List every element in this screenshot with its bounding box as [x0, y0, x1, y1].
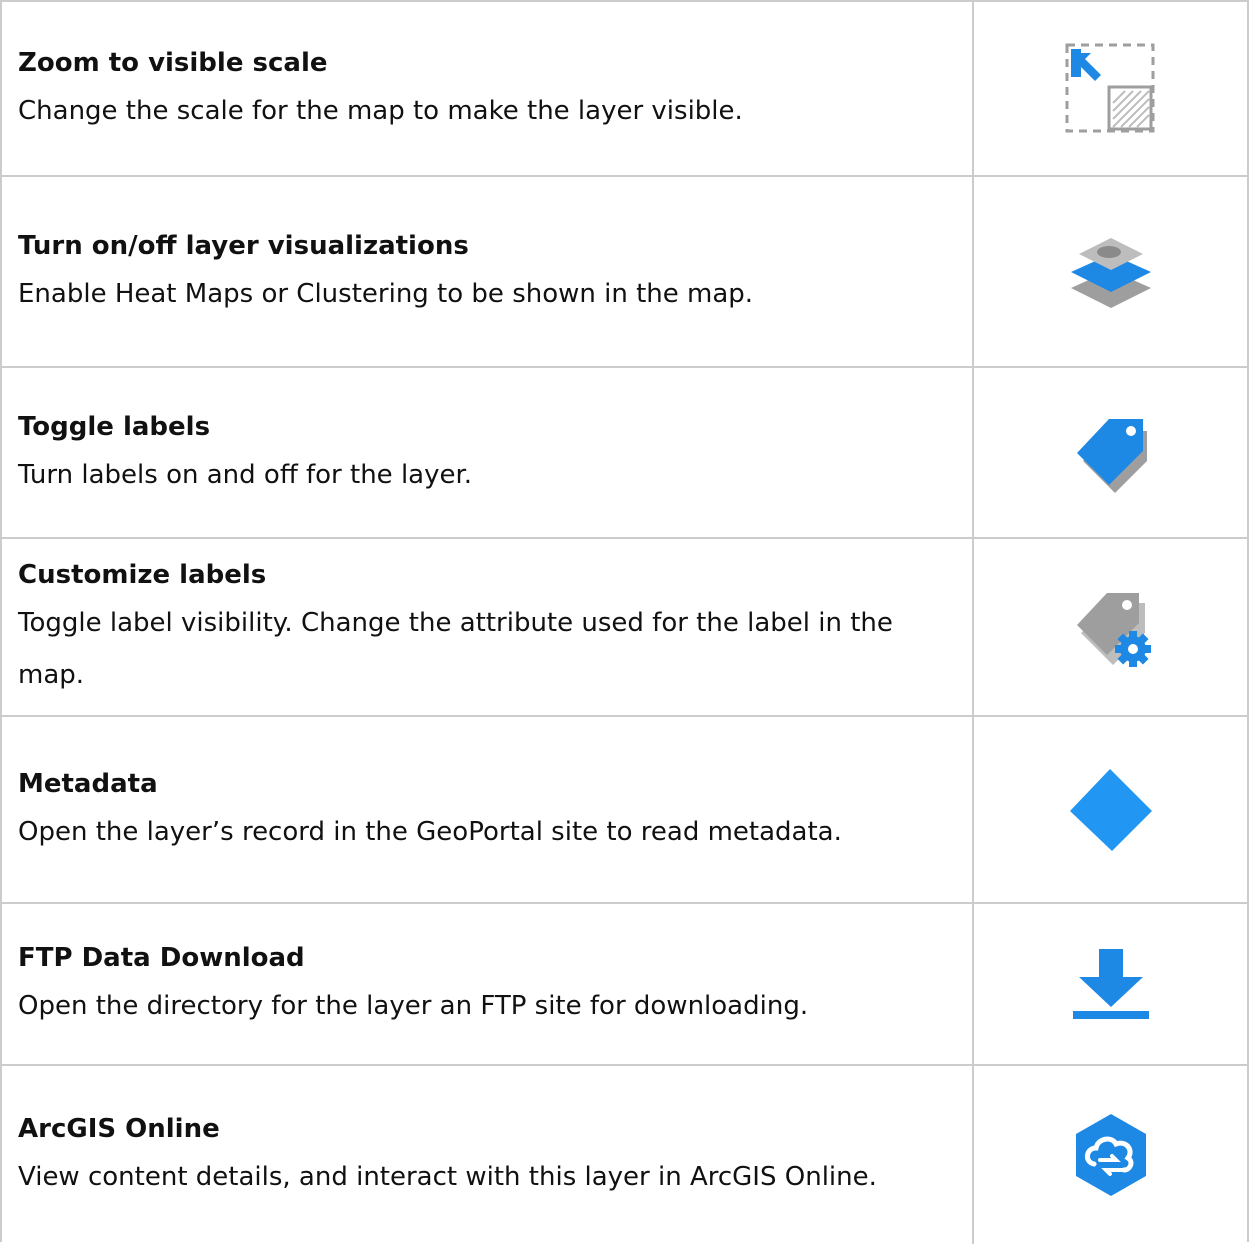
row-title: Zoom to visible scale [18, 47, 328, 78]
download-icon[interactable] [1069, 947, 1153, 1021]
zoom-to-scale-icon[interactable] [1065, 43, 1157, 135]
table-row: Turn on/off layer visualizations Enable … [2, 177, 1247, 368]
row-description-cell: Turn on/off layer visualizations Enable … [2, 177, 974, 366]
row-icon-cell [974, 177, 1247, 366]
row-icon-cell [974, 2, 1247, 175]
row-description-cell: Metadata Open the layer’s record in the … [2, 717, 974, 902]
table-row: Customize labels Toggle label visibility… [2, 539, 1247, 717]
row-description-cell: Zoom to visible scale Change the scale f… [2, 2, 974, 175]
row-icon-cell [974, 717, 1247, 902]
row-description: Enable Heat Maps or Clustering to be sho… [18, 278, 754, 309]
row-description: Toggle label visibility. Change the attr… [18, 608, 893, 690]
label-tag-icon[interactable] [1071, 413, 1151, 493]
row-description: Change the scale for the map to make the… [18, 95, 743, 126]
row-icon-cell [974, 368, 1247, 537]
row-title: Metadata [18, 768, 158, 799]
arcgis-online-icon[interactable] [1072, 1112, 1150, 1198]
row-description-cell: FTP Data Download Open the directory for… [2, 904, 974, 1064]
row-description-cell: Toggle labels Turn labels on and off for… [2, 368, 974, 537]
row-description-cell: ArcGIS Online View content details, and … [2, 1066, 974, 1244]
row-icon-cell [974, 539, 1247, 715]
table-row: Metadata Open the layer’s record in the … [2, 717, 1247, 904]
row-title: Toggle labels [18, 411, 211, 442]
row-title: Customize labels [18, 560, 267, 590]
layer-visualization-icon[interactable] [1065, 232, 1157, 312]
table-row: FTP Data Download Open the directory for… [2, 904, 1247, 1066]
row-icon-cell [974, 1066, 1247, 1244]
row-icon-cell [974, 904, 1247, 1064]
row-title: FTP Data Download [18, 943, 305, 973]
metadata-tag-icon[interactable] [1066, 765, 1156, 855]
table-row: Zoom to visible scale Change the scale f… [2, 2, 1247, 177]
row-description-cell: Customize labels Toggle label visibility… [2, 539, 974, 715]
table-row: Toggle labels Turn labels on and off for… [2, 368, 1247, 539]
row-description: Turn labels on and off for the layer. [18, 459, 473, 490]
table-row: ArcGIS Online View content details, and … [2, 1066, 1247, 1244]
row-title: Turn on/off layer visualizations [18, 230, 469, 261]
tools-table: Zoom to visible scale Change the scale f… [0, 0, 1249, 1244]
row-description: View content details, and interact with … [18, 1162, 877, 1192]
row-description: Open the directory for the layer an FTP … [18, 991, 809, 1021]
row-title: ArcGIS Online [18, 1114, 220, 1144]
row-description: Open the layer’s record in the GeoPortal… [18, 816, 842, 847]
label-settings-icon[interactable] [1069, 585, 1153, 669]
